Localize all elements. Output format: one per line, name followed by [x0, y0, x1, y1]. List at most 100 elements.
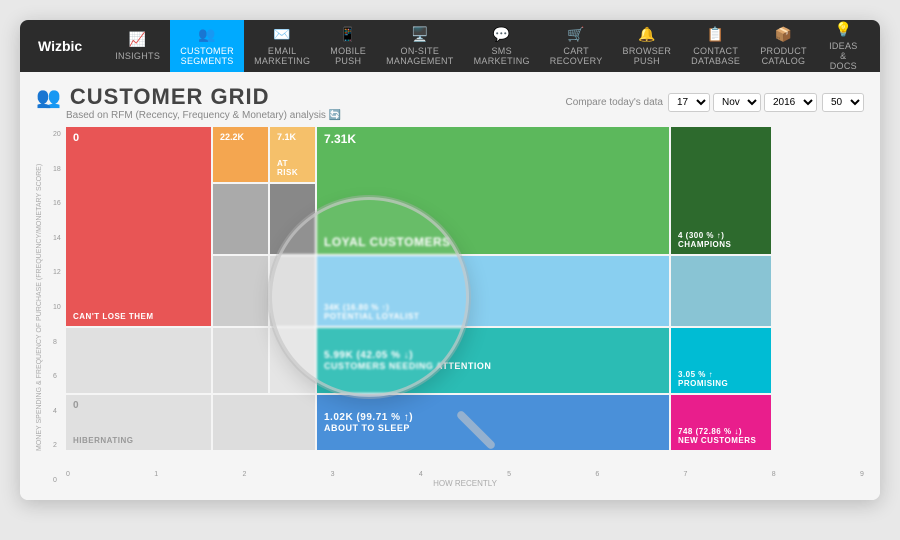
customers-icon: 👥	[36, 85, 62, 110]
at-risk-cell[interactable]: 7.1K AT RISK	[270, 127, 315, 182]
x-axis-title: HOW RECENTLY	[66, 479, 864, 488]
empty-5-23	[213, 395, 315, 450]
x-label-2: 2	[242, 471, 246, 478]
y-axis-title: MONEY SPENDING & FREQUENCY OF PURCHASE (…	[36, 127, 50, 488]
x-label-8: 8	[772, 471, 776, 478]
page-subtitle: Based on RFM (Recency, Frequency & Monet…	[66, 110, 341, 121]
nav-onsite[interactable]: 🖥️ ON-SITE MANAGEMENT	[376, 20, 464, 72]
y-label-8: 8	[53, 339, 63, 346]
nav-items: 📈 INSIGHTS 👥 CUSTOMER SEGMENTS ✉️ EMAIL …	[105, 20, 870, 72]
cant-lose-them-label: CAN'T LOSE THEM	[73, 312, 204, 321]
new-customers-label: NEW CUSTOMERS	[678, 436, 764, 445]
analysis-link[interactable]: 🔄	[329, 110, 341, 121]
nav-cart[interactable]: 🛒 CART RECOVERY	[540, 20, 613, 72]
y-label-16: 16	[53, 200, 63, 207]
x-label-7: 7	[684, 471, 688, 478]
potential-loyalist-cell[interactable]: 34K (16.80 % ↑) POTENTIAL LOYALIST	[317, 256, 669, 326]
insights-icon: 📈	[129, 31, 147, 48]
at-risk-value: 7.1K	[277, 132, 296, 142]
x-label-5: 5	[507, 471, 511, 478]
at-risk-label: AT RISK	[277, 159, 308, 177]
segment-grid: 0 CAN'T LOSE THEM 22.2K 7.1K AT RISK 7	[66, 127, 864, 467]
page-header: 👥 CUSTOMER GRID Based on RFM (Recency, F…	[36, 84, 864, 121]
contact-icon: 📋	[707, 26, 725, 43]
gray-cell-3	[213, 256, 268, 326]
new-customers-value: 748 (72.86 % ↓)	[678, 427, 764, 436]
catalog-icon: 📦	[775, 26, 793, 43]
browser-push-icon: 🔔	[638, 26, 656, 43]
top-nav: Wizbic 📈 INSIGHTS 👥 CUSTOMER SEGMENTS ✉️…	[20, 20, 880, 72]
y-axis: 0 2 4 6 8 10 12 14 16 18 20	[50, 127, 66, 488]
at-risk-top-cell[interactable]: 22.2K	[213, 127, 268, 182]
nav-browser-push[interactable]: 🔔 BROWSER PUSH	[613, 20, 682, 72]
x-label-1: 1	[154, 471, 158, 478]
chart-area: 0 CAN'T LOSE THEM 22.2K 7.1K AT RISK 7	[66, 127, 864, 488]
customer-segments-icon: 👥	[198, 26, 216, 43]
customers-needing-attention-cell[interactable]: 5.99K (42.05 % ↓) CUSTOMERS NEEDING ATTE…	[317, 328, 669, 393]
compare-area: Compare today's data 17 Nov 2016 50	[565, 93, 864, 112]
sms-icon: 💬	[493, 26, 511, 43]
day-select[interactable]: 17	[668, 93, 710, 112]
email-icon: ✉️	[273, 26, 291, 43]
champions-cell[interactable]: 4 (300 % ↑) CHAMPIONS	[671, 127, 771, 254]
gray-cell-2	[270, 184, 315, 254]
needing-attention-value: 5.99K (42.05 % ↓)	[324, 350, 662, 361]
y-label-14: 14	[53, 235, 63, 242]
x-label-6: 6	[595, 471, 599, 478]
x-label-4: 4	[419, 471, 423, 478]
potential-loyalist-right	[671, 256, 771, 326]
nav-email-marketing[interactable]: ✉️ EMAIL MARKETING	[244, 20, 320, 72]
ideas-icon: 💡	[834, 21, 852, 38]
needing-attention-label: CUSTOMERS NEEDING ATTENTION	[324, 361, 662, 371]
grid-container: MONEY SPENDING & FREQUENCY OF PURCHASE (…	[36, 127, 864, 488]
about-to-sleep-label: ABOUT TO SLEEP	[324, 423, 662, 433]
days-range-select[interactable]: 50	[822, 93, 864, 112]
about-to-sleep-value: 1.02K (99.71 % ↑)	[324, 412, 662, 423]
loyal-customers-label: LOYAL CUSTOMERS	[324, 235, 662, 249]
nav-logo[interactable]: Wizbic	[30, 38, 90, 54]
empty-left-4	[66, 328, 211, 393]
year-select[interactable]: 2016	[764, 93, 817, 112]
onsite-icon: 🖥️	[411, 26, 429, 43]
y-label-18: 18	[53, 166, 63, 173]
new-customers-cell[interactable]: 748 (72.86 % ↓) NEW CUSTOMERS	[671, 395, 771, 450]
potential-loyalist-label: POTENTIAL LOYALIST	[324, 312, 662, 321]
promising-cell[interactable]: 3.05 % ↑ PROMISING	[671, 328, 771, 393]
page-title-area: 👥 CUSTOMER GRID Based on RFM (Recency, F…	[36, 84, 341, 121]
nav-customer-segments[interactable]: 👥 CUSTOMER SEGMENTS	[170, 20, 244, 72]
y-label-12: 12	[53, 269, 63, 276]
cant-lose-them-cell[interactable]: 0 CAN'T LOSE THEM	[66, 127, 211, 326]
page-title: 👥 CUSTOMER GRID	[36, 84, 341, 110]
about-to-sleep-cell[interactable]: 1.02K (99.71 % ↑) ABOUT TO SLEEP	[317, 395, 669, 450]
main-content: 👥 CUSTOMER GRID Based on RFM (Recency, F…	[20, 72, 880, 500]
empty-4-2	[213, 328, 268, 393]
loyal-customers-value: 7.31K	[324, 132, 356, 146]
gray-cell-1	[213, 184, 268, 254]
y-label-0: 0	[53, 477, 63, 484]
x-label-9: 9	[860, 471, 864, 478]
nav-sms[interactable]: 💬 SMS MARKETING	[464, 20, 540, 72]
nav-insights[interactable]: 📈 INSIGHTS	[105, 20, 170, 72]
hibernating-value: 0	[73, 400, 79, 411]
loyal-customers-cell[interactable]: 7.31K LOYAL CUSTOMERS	[317, 127, 669, 254]
champions-label: CHAMPIONS	[678, 240, 764, 249]
champions-value: 4 (300 % ↑)	[678, 231, 764, 240]
cant-lose-them-value: 0	[73, 132, 79, 144]
y-label-20: 20	[53, 131, 63, 138]
nav-mobile-push[interactable]: 📱 MOBILE PUSH	[320, 20, 376, 72]
nav-product-catalog[interactable]: 📦 PRODUCT CATALOG	[750, 20, 816, 72]
x-label-0: 0	[66, 471, 70, 478]
promising-label: PROMISING	[678, 379, 764, 388]
nav-contact[interactable]: 📋 CONTACT DATABASE	[681, 20, 750, 72]
x-label-3: 3	[331, 471, 335, 478]
nav-ideas[interactable]: 💡 IDEAS & DOCS	[817, 20, 870, 72]
empty-cell-1	[270, 256, 315, 326]
compare-selects: 17 Nov 2016	[668, 93, 817, 112]
potential-loyalist-value: 34K (16.80 % ↑)	[324, 303, 662, 312]
y-label-10: 10	[53, 304, 63, 311]
mobile-icon: 📱	[339, 26, 357, 43]
month-select[interactable]: Nov	[713, 93, 761, 112]
empty-4-3	[270, 328, 315, 393]
hibernating-cell[interactable]: 0 HIBERNATING	[66, 395, 211, 450]
promising-value: 3.05 % ↑	[678, 370, 764, 379]
